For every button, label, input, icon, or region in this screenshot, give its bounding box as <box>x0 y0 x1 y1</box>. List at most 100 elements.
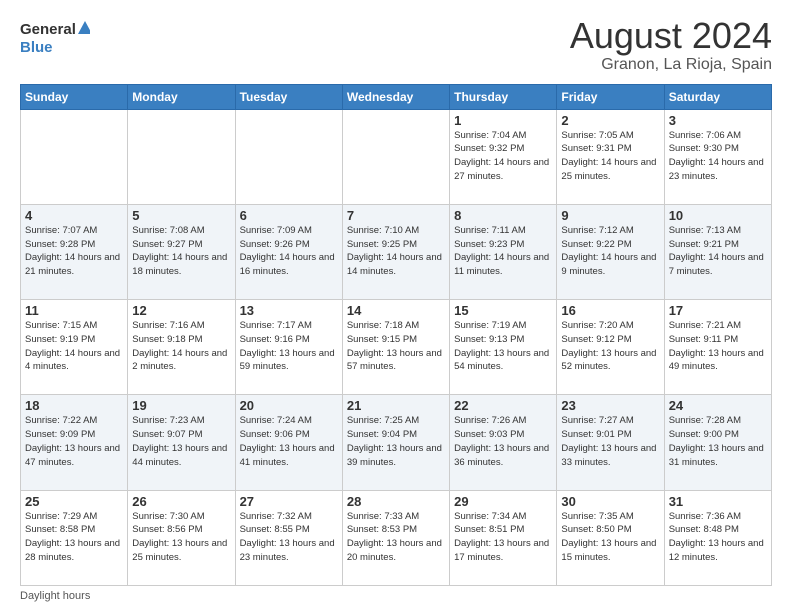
day-number: 24 <box>669 398 767 413</box>
day-cell: 30Sunrise: 7:35 AMSunset: 8:50 PMDayligh… <box>557 490 664 585</box>
day-cell: 6Sunrise: 7:09 AMSunset: 9:26 PMDaylight… <box>235 204 342 299</box>
day-cell: 31Sunrise: 7:36 AMSunset: 8:48 PMDayligh… <box>664 490 771 585</box>
day-cell: 11Sunrise: 7:15 AMSunset: 9:19 PMDayligh… <box>21 300 128 395</box>
day-info: Sunrise: 7:25 AMSunset: 9:04 PMDaylight:… <box>347 414 445 469</box>
day-number: 5 <box>132 208 230 223</box>
col-header-wednesday: Wednesday <box>342 84 449 109</box>
day-cell: 13Sunrise: 7:17 AMSunset: 9:16 PMDayligh… <box>235 300 342 395</box>
day-info: Sunrise: 7:15 AMSunset: 9:19 PMDaylight:… <box>25 319 123 374</box>
day-number: 25 <box>25 494 123 509</box>
day-cell: 19Sunrise: 7:23 AMSunset: 9:07 PMDayligh… <box>128 395 235 490</box>
day-number: 11 <box>25 303 123 318</box>
day-cell: 8Sunrise: 7:11 AMSunset: 9:23 PMDaylight… <box>450 204 557 299</box>
day-info: Sunrise: 7:28 AMSunset: 9:00 PMDaylight:… <box>669 414 767 469</box>
col-header-monday: Monday <box>128 84 235 109</box>
footer-note: Daylight hours <box>20 590 772 602</box>
day-number: 16 <box>561 303 659 318</box>
day-info: Sunrise: 7:24 AMSunset: 9:06 PMDaylight:… <box>240 414 338 469</box>
day-number: 29 <box>454 494 552 509</box>
day-info: Sunrise: 7:23 AMSunset: 9:07 PMDaylight:… <box>132 414 230 469</box>
day-info: Sunrise: 7:08 AMSunset: 9:27 PMDaylight:… <box>132 224 230 279</box>
logo: General Blue <box>20 16 90 58</box>
day-cell: 9Sunrise: 7:12 AMSunset: 9:22 PMDaylight… <box>557 204 664 299</box>
day-info: Sunrise: 7:36 AMSunset: 8:48 PMDaylight:… <box>669 510 767 565</box>
calendar-table: SundayMondayTuesdayWednesdayThursdayFrid… <box>20 84 772 586</box>
day-cell: 24Sunrise: 7:28 AMSunset: 9:00 PMDayligh… <box>664 395 771 490</box>
day-cell: 25Sunrise: 7:29 AMSunset: 8:58 PMDayligh… <box>21 490 128 585</box>
day-number: 2 <box>561 113 659 128</box>
day-info: Sunrise: 7:13 AMSunset: 9:21 PMDaylight:… <box>669 224 767 279</box>
svg-text:Blue: Blue <box>20 39 53 56</box>
day-cell: 28Sunrise: 7:33 AMSunset: 8:53 PMDayligh… <box>342 490 449 585</box>
day-info: Sunrise: 7:10 AMSunset: 9:25 PMDaylight:… <box>347 224 445 279</box>
day-number: 27 <box>240 494 338 509</box>
day-number: 14 <box>347 303 445 318</box>
day-info: Sunrise: 7:11 AMSunset: 9:23 PMDaylight:… <box>454 224 552 279</box>
day-cell: 1Sunrise: 7:04 AMSunset: 9:32 PMDaylight… <box>450 109 557 204</box>
week-row-2: 4Sunrise: 7:07 AMSunset: 9:28 PMDaylight… <box>21 204 772 299</box>
day-cell <box>342 109 449 204</box>
day-info: Sunrise: 7:18 AMSunset: 9:15 PMDaylight:… <box>347 319 445 374</box>
svg-text:General: General <box>20 21 76 38</box>
day-cell: 23Sunrise: 7:27 AMSunset: 9:01 PMDayligh… <box>557 395 664 490</box>
day-cell: 17Sunrise: 7:21 AMSunset: 9:11 PMDayligh… <box>664 300 771 395</box>
day-number: 21 <box>347 398 445 413</box>
subtitle: Granon, La Rioja, Spain <box>570 56 772 74</box>
day-number: 8 <box>454 208 552 223</box>
day-info: Sunrise: 7:29 AMSunset: 8:58 PMDaylight:… <box>25 510 123 565</box>
day-number: 18 <box>25 398 123 413</box>
day-info: Sunrise: 7:27 AMSunset: 9:01 PMDaylight:… <box>561 414 659 469</box>
day-cell: 12Sunrise: 7:16 AMSunset: 9:18 PMDayligh… <box>128 300 235 395</box>
day-cell: 26Sunrise: 7:30 AMSunset: 8:56 PMDayligh… <box>128 490 235 585</box>
day-info: Sunrise: 7:09 AMSunset: 9:26 PMDaylight:… <box>240 224 338 279</box>
col-header-saturday: Saturday <box>664 84 771 109</box>
day-number: 17 <box>669 303 767 318</box>
day-number: 3 <box>669 113 767 128</box>
day-info: Sunrise: 7:06 AMSunset: 9:30 PMDaylight:… <box>669 129 767 184</box>
day-number: 19 <box>132 398 230 413</box>
day-info: Sunrise: 7:22 AMSunset: 9:09 PMDaylight:… <box>25 414 123 469</box>
day-cell <box>128 109 235 204</box>
page: General Blue August 2024 Granon, La Rioj… <box>0 0 792 612</box>
day-number: 31 <box>669 494 767 509</box>
col-header-friday: Friday <box>557 84 664 109</box>
day-cell: 14Sunrise: 7:18 AMSunset: 9:15 PMDayligh… <box>342 300 449 395</box>
day-cell: 21Sunrise: 7:25 AMSunset: 9:04 PMDayligh… <box>342 395 449 490</box>
day-number: 20 <box>240 398 338 413</box>
day-cell: 22Sunrise: 7:26 AMSunset: 9:03 PMDayligh… <box>450 395 557 490</box>
footer-note-text: Daylight hours <box>20 590 90 602</box>
day-number: 15 <box>454 303 552 318</box>
col-header-thursday: Thursday <box>450 84 557 109</box>
main-title: August 2024 <box>570 16 772 56</box>
week-row-5: 25Sunrise: 7:29 AMSunset: 8:58 PMDayligh… <box>21 490 772 585</box>
day-info: Sunrise: 7:07 AMSunset: 9:28 PMDaylight:… <box>25 224 123 279</box>
day-info: Sunrise: 7:05 AMSunset: 9:31 PMDaylight:… <box>561 129 659 184</box>
day-cell: 27Sunrise: 7:32 AMSunset: 8:55 PMDayligh… <box>235 490 342 585</box>
day-cell: 3Sunrise: 7:06 AMSunset: 9:30 PMDaylight… <box>664 109 771 204</box>
col-header-sunday: Sunday <box>21 84 128 109</box>
day-number: 9 <box>561 208 659 223</box>
day-number: 13 <box>240 303 338 318</box>
day-cell: 16Sunrise: 7:20 AMSunset: 9:12 PMDayligh… <box>557 300 664 395</box>
day-info: Sunrise: 7:04 AMSunset: 9:32 PMDaylight:… <box>454 129 552 184</box>
day-number: 23 <box>561 398 659 413</box>
day-number: 1 <box>454 113 552 128</box>
day-info: Sunrise: 7:16 AMSunset: 9:18 PMDaylight:… <box>132 319 230 374</box>
day-cell: 2Sunrise: 7:05 AMSunset: 9:31 PMDaylight… <box>557 109 664 204</box>
day-number: 26 <box>132 494 230 509</box>
day-info: Sunrise: 7:17 AMSunset: 9:16 PMDaylight:… <box>240 319 338 374</box>
day-cell: 15Sunrise: 7:19 AMSunset: 9:13 PMDayligh… <box>450 300 557 395</box>
day-number: 28 <box>347 494 445 509</box>
day-number: 12 <box>132 303 230 318</box>
week-row-3: 11Sunrise: 7:15 AMSunset: 9:19 PMDayligh… <box>21 300 772 395</box>
title-block: August 2024 Granon, La Rioja, Spain <box>570 16 772 74</box>
day-cell: 5Sunrise: 7:08 AMSunset: 9:27 PMDaylight… <box>128 204 235 299</box>
day-info: Sunrise: 7:21 AMSunset: 9:11 PMDaylight:… <box>669 319 767 374</box>
day-cell: 29Sunrise: 7:34 AMSunset: 8:51 PMDayligh… <box>450 490 557 585</box>
day-info: Sunrise: 7:26 AMSunset: 9:03 PMDaylight:… <box>454 414 552 469</box>
day-info: Sunrise: 7:33 AMSunset: 8:53 PMDaylight:… <box>347 510 445 565</box>
day-number: 4 <box>25 208 123 223</box>
week-row-1: 1Sunrise: 7:04 AMSunset: 9:32 PMDaylight… <box>21 109 772 204</box>
day-cell: 10Sunrise: 7:13 AMSunset: 9:21 PMDayligh… <box>664 204 771 299</box>
day-number: 7 <box>347 208 445 223</box>
